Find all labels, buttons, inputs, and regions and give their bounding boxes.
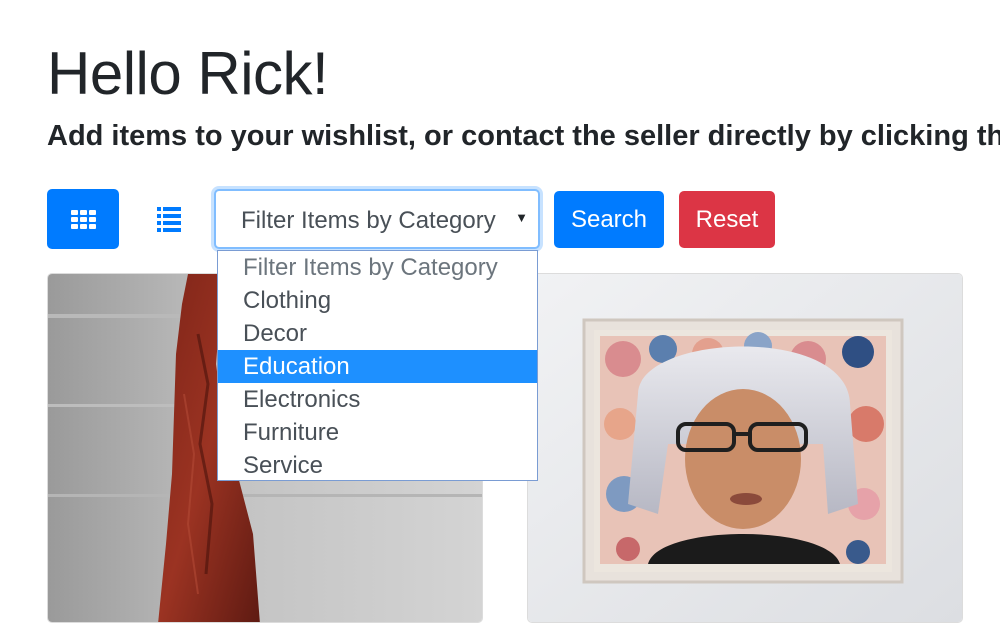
- list-icon: [157, 206, 181, 232]
- list-view-button[interactable]: [133, 189, 205, 249]
- dropdown-option-clothing[interactable]: Clothing: [218, 284, 537, 317]
- dropdown-option-service[interactable]: Service: [218, 449, 537, 482]
- item-image-framed-portrait: [528, 274, 962, 622]
- category-dropdown-list: Filter Items by Category Clothing Decor …: [217, 250, 538, 481]
- category-filter-select[interactable]: Filter Items by Category ▼: [214, 189, 540, 249]
- dropdown-option-furniture[interactable]: Furniture: [218, 416, 537, 449]
- page-title: Hello Rick!: [47, 40, 329, 107]
- category-select-value: Filter Items by Category: [241, 207, 496, 234]
- grid-icon: [70, 209, 96, 229]
- search-button[interactable]: Search: [554, 191, 664, 248]
- dropdown-option-placeholder[interactable]: Filter Items by Category: [218, 251, 537, 284]
- grid-view-button[interactable]: [47, 189, 119, 249]
- reset-button[interactable]: Reset: [679, 191, 775, 248]
- item-card[interactable]: [527, 273, 963, 623]
- dropdown-option-electronics[interactable]: Electronics: [218, 383, 537, 416]
- dropdown-option-decor[interactable]: Decor: [218, 317, 537, 350]
- chevron-down-icon: ▼: [515, 210, 528, 225]
- page-subtitle: Add items to your wishlist, or contact t…: [47, 120, 1000, 152]
- dropdown-option-education[interactable]: Education: [218, 350, 537, 383]
